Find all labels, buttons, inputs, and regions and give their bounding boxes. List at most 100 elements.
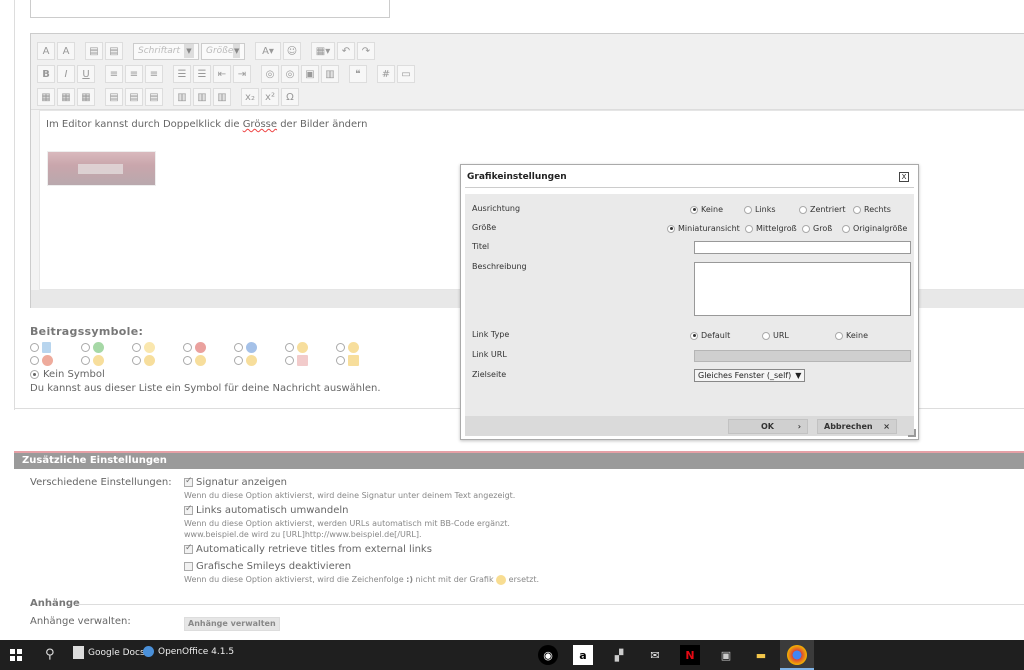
title-input[interactable] <box>694 241 911 254</box>
align-right-radio[interactable] <box>853 205 861 214</box>
no-symbol-radio[interactable] <box>30 370 39 379</box>
font-size-select[interactable]: Größe ▼ <box>201 42 245 60</box>
ordered-list-icon[interactable]: ☰ <box>173 65 191 83</box>
subscript-icon[interactable]: x₂ <box>241 88 259 106</box>
ok-button[interactable]: OK › <box>728 419 808 434</box>
auto-links-checkbox[interactable] <box>184 504 193 515</box>
text-color-icon[interactable]: A▾ <box>255 42 281 60</box>
remove-format-icon[interactable]: A <box>37 42 55 60</box>
symbol-radio[interactable] <box>81 356 90 365</box>
align-center-radio[interactable] <box>799 205 807 214</box>
char-map-icon[interactable]: Ω <box>281 88 299 106</box>
symbol-radio[interactable] <box>183 356 192 365</box>
store-icon[interactable]: ▣ <box>716 645 736 665</box>
paint-icon[interactable]: ▞ <box>609 645 629 665</box>
symbol-radio[interactable] <box>285 343 294 352</box>
size-medium-radio[interactable] <box>745 224 753 233</box>
close-icon[interactable]: X <box>899 172 909 182</box>
linktype-none-radio[interactable] <box>835 331 843 340</box>
paste-text-icon[interactable]: ▤ <box>105 42 123 60</box>
smiley-icon[interactable]: ☺ <box>283 42 301 60</box>
netflix-icon[interactable]: N <box>680 645 700 665</box>
size-large-option[interactable]: Groß <box>802 224 832 233</box>
align-left-icon[interactable]: ≡ <box>105 65 123 83</box>
align-left-option[interactable]: Links <box>744 205 776 214</box>
italic-icon[interactable]: I <box>57 65 75 83</box>
symbol-radio[interactable] <box>336 343 345 352</box>
linktype-none-option[interactable]: Keine <box>835 331 868 340</box>
symbol-radio[interactable] <box>81 343 90 352</box>
size-thumb-radio[interactable] <box>667 224 675 233</box>
align-right-icon[interactable]: ≡ <box>145 65 163 83</box>
delete-col-icon[interactable]: ▥ <box>213 88 231 106</box>
symbol-radio[interactable] <box>132 356 141 365</box>
table-icon[interactable]: ▦▾ <box>311 42 335 60</box>
insert-col-after-icon[interactable]: ▥ <box>193 88 211 106</box>
insert-row-after-icon[interactable]: ▤ <box>125 88 143 106</box>
symbol-radio[interactable] <box>336 356 345 365</box>
spellcheck-icon[interactable]: A <box>57 42 75 60</box>
delete-row-icon[interactable]: ▤ <box>145 88 163 106</box>
symbol-radio[interactable] <box>183 343 192 352</box>
symbol-radio[interactable] <box>132 343 141 352</box>
app-icon[interactable]: ◉ <box>538 645 558 665</box>
redo-icon[interactable]: ↷ <box>357 42 375 60</box>
size-original-radio[interactable] <box>842 224 850 233</box>
quote-icon[interactable]: ❝ <box>349 65 367 83</box>
font-family-select[interactable]: Schriftart ▼ <box>133 42 199 60</box>
linktype-url-radio[interactable] <box>762 331 770 340</box>
subject-input[interactable] <box>30 0 390 18</box>
align-center-icon[interactable]: ≡ <box>125 65 143 83</box>
indent-icon[interactable]: ⇥ <box>233 65 251 83</box>
cell-props-icon[interactable]: ▦ <box>57 88 75 106</box>
mail-icon[interactable]: ✉ <box>645 645 665 665</box>
cancel-button[interactable]: Abbrechen × <box>817 419 897 434</box>
target-select[interactable]: Gleiches Fenster (_self) ▼ <box>694 369 806 382</box>
linktype-url-option[interactable]: URL <box>762 331 789 340</box>
description-textarea[interactable] <box>694 262 911 316</box>
retrieve-titles-checkbox[interactable] <box>184 543 193 554</box>
symbol-radio[interactable] <box>234 343 243 352</box>
align-center-option[interactable]: Zentriert <box>799 205 845 214</box>
link-icon[interactable]: ◎ <box>261 65 279 83</box>
align-left-radio[interactable] <box>744 205 752 214</box>
insert-col-before-icon[interactable]: ▥ <box>173 88 191 106</box>
align-none-option[interactable]: Keine <box>690 205 723 214</box>
size-medium-option[interactable]: Mittelgroß <box>745 224 797 233</box>
windows-start-icon[interactable] <box>10 649 22 661</box>
bold-icon[interactable]: B <box>37 65 55 83</box>
outdent-icon[interactable]: ⇤ <box>213 65 231 83</box>
code-icon[interactable]: ▭ <box>397 65 415 83</box>
symbol-radio[interactable] <box>234 356 243 365</box>
link-url-input[interactable] <box>694 350 911 362</box>
table-props-icon[interactable]: ▦ <box>37 88 55 106</box>
taskbar-app-openoffice[interactable]: OpenOffice 4.1.5 <box>143 646 234 657</box>
align-none-radio[interactable] <box>690 205 698 214</box>
symbol-radio[interactable] <box>30 343 39 352</box>
align-right-option[interactable]: Rechts <box>853 205 891 214</box>
taskbar-app-google-docs[interactable]: Google Docs <box>73 646 145 659</box>
size-original-option[interactable]: Originalgröße <box>842 224 907 233</box>
symbol-radio[interactable] <box>30 356 39 365</box>
manage-attachments-button[interactable]: Anhänge verwalten <box>184 617 280 631</box>
hash-icon[interactable]: # <box>377 65 395 83</box>
signature-checkbox[interactable] <box>184 476 193 487</box>
image-icon[interactable]: ▣ <box>301 65 319 83</box>
linktype-default-option[interactable]: Default <box>690 331 730 340</box>
symbol-radio[interactable] <box>285 356 294 365</box>
media-icon[interactable]: ▥ <box>321 65 339 83</box>
row-props-icon[interactable]: ▦ <box>77 88 95 106</box>
undo-icon[interactable]: ↶ <box>337 42 355 60</box>
amazon-icon[interactable]: a <box>573 645 593 665</box>
superscript-icon[interactable]: x² <box>261 88 279 106</box>
underline-icon[interactable]: U <box>77 65 95 83</box>
unlink-icon[interactable]: ◎ <box>281 65 299 83</box>
inserted-image-thumbnail[interactable] <box>47 151 156 186</box>
size-large-radio[interactable] <box>802 224 810 233</box>
search-icon[interactable]: ⚲ <box>45 647 55 662</box>
size-thumb-option[interactable]: Miniaturansicht <box>667 224 740 233</box>
resize-grip-icon[interactable] <box>908 429 916 437</box>
paste-icon[interactable]: ▤ <box>85 42 103 60</box>
folder-icon[interactable]: ▬ <box>751 645 771 665</box>
disable-smileys-checkbox[interactable] <box>184 561 193 571</box>
